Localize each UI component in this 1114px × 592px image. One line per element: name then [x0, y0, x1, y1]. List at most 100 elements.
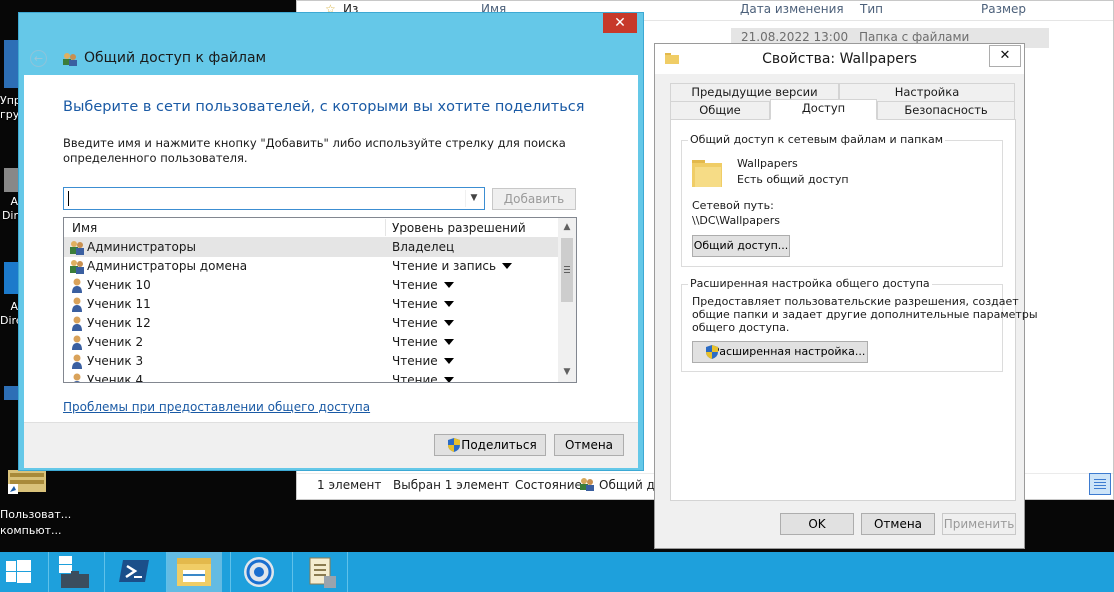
- dropdown-triangle-icon[interactable]: [443, 377, 454, 382]
- permission-label: Чтение: [392, 297, 438, 311]
- sharing-button[interactable]: Общий доступ...: [692, 235, 790, 257]
- share-heading: Выберите в сети пользователей, с которым…: [63, 99, 585, 115]
- table-row[interactable]: Администраторы Владелец: [64, 238, 558, 257]
- shield-icon: [706, 345, 718, 359]
- permission-level[interactable]: Чтение и запись: [392, 259, 513, 273]
- permission-label: Чтение: [392, 335, 438, 349]
- network-sharing-group: Общий доступ к сетевым файлам и папкам W…: [681, 133, 1003, 267]
- user-name: Ученик 12: [87, 316, 151, 330]
- row-date: 21.08.2022 13:00: [741, 30, 849, 44]
- permission-level[interactable]: Чтение: [392, 354, 454, 368]
- advanced-desc-line-3: общего доступа.: [692, 321, 790, 334]
- permission-label: Чтение: [392, 278, 438, 292]
- user-name: Ученик 2: [87, 335, 144, 349]
- powershell-icon[interactable]: [104, 552, 164, 592]
- properties-cancel-button[interactable]: Отмена: [861, 513, 935, 535]
- share-button[interactable]: Поделиться: [434, 434, 546, 456]
- chrome-icon[interactable]: [230, 552, 288, 592]
- share-dialog: ✕ ← Общий доступ к файлам Выберите в сет…: [18, 12, 644, 471]
- table-row[interactable]: Ученик 3 Чтение: [64, 352, 558, 371]
- sharing-problems-link[interactable]: Проблемы при предоставлении общего досту…: [63, 400, 370, 414]
- dropdown-triangle-icon[interactable]: [443, 339, 454, 345]
- permission-level[interactable]: Чтение: [392, 297, 454, 311]
- column-date[interactable]: Дата изменения: [740, 2, 844, 16]
- permission-label: Владелец: [392, 240, 455, 254]
- chevron-down-icon[interactable]: ▼: [465, 190, 482, 207]
- advanced-sharing-group: Расширенная настройка общего доступа Пре…: [681, 277, 1038, 372]
- table-row[interactable]: Ученик 11 Чтение: [64, 295, 558, 314]
- server-manager-icon[interactable]: [48, 552, 102, 592]
- desktop-label-3: ADire: [0, 300, 18, 327]
- scroll-down-icon[interactable]: ▼: [559, 364, 575, 381]
- column-name[interactable]: Имя: [72, 221, 97, 235]
- desktop-icon-1[interactable]: [4, 40, 18, 88]
- advanced-sharing-button[interactable]: Расширенная настройка...: [692, 341, 868, 363]
- permission-level[interactable]: Чтение: [392, 335, 454, 349]
- dropdown-triangle-icon[interactable]: [443, 320, 454, 326]
- sharing-tab-page: Общий доступ к сетевым файлам и папкам W…: [670, 119, 1038, 501]
- column-size[interactable]: Размер: [981, 2, 1026, 16]
- large-folder-icon: [692, 157, 724, 192]
- properties-close-button[interactable]: ✕: [989, 45, 1021, 67]
- user-name: Администраторы домена: [87, 259, 248, 273]
- desktop-icon-2[interactable]: [4, 168, 18, 192]
- permission-label: Чтение и запись: [392, 259, 497, 273]
- user-search-input[interactable]: ▼: [63, 187, 485, 210]
- file-explorer-icon[interactable]: [166, 552, 222, 592]
- back-arrow-icon[interactable]: ←: [30, 50, 47, 67]
- column-permission[interactable]: Уровень разрешений: [392, 221, 526, 235]
- details-view-button[interactable]: [1089, 473, 1111, 495]
- dropdown-triangle-icon[interactable]: [443, 358, 454, 364]
- user-name: Ученик 11: [87, 297, 151, 311]
- advanced-sharing-group-title: Расширенная настройка общего доступа: [688, 277, 932, 290]
- permission-level[interactable]: Чтение: [392, 278, 454, 292]
- tab-general[interactable]: Общие: [670, 101, 770, 120]
- user-name: Ученик 10: [87, 278, 151, 292]
- share-hint: Введите имя и нажмите кнопку "Добавить" …: [63, 136, 566, 165]
- cancel-button[interactable]: Отмена: [554, 434, 624, 456]
- scroll-up-icon[interactable]: ▲: [559, 219, 575, 236]
- list-scrollbar[interactable]: ▲ ▼: [558, 218, 576, 382]
- share-close-button[interactable]: ✕: [603, 13, 637, 33]
- user-name: Администраторы: [87, 240, 196, 254]
- dropdown-triangle-icon[interactable]: [443, 282, 454, 288]
- desktop-label-2: A Dir: [1, 195, 18, 222]
- taskbar: [0, 552, 1114, 592]
- user-icon: [69, 297, 85, 312]
- desktop-label-1: Упр гру: [0, 94, 18, 121]
- tab-security[interactable]: Безопасность: [877, 101, 1015, 120]
- table-row[interactable]: Администраторы домена Чтение и запись: [64, 257, 558, 276]
- folder-share-state: Есть общий доступ: [737, 173, 849, 186]
- desktop-icon-3[interactable]: [4, 262, 18, 294]
- column-type[interactable]: Тип: [860, 2, 883, 16]
- apply-button[interactable]: Применить: [942, 513, 1016, 535]
- user-group-icon: [69, 240, 85, 255]
- dropdown-triangle-icon[interactable]: [443, 301, 454, 307]
- tab-sharing[interactable]: Доступ: [770, 99, 877, 120]
- table-row[interactable]: Ученик 2 Чтение: [64, 333, 558, 352]
- user-group-icon: [69, 259, 85, 274]
- user-name: Ученик 4: [87, 373, 144, 383]
- add-button[interactable]: Добавить: [492, 188, 576, 210]
- permission-level[interactable]: Чтение: [392, 316, 454, 330]
- user-name: Ученик 3: [87, 354, 144, 368]
- table-row[interactable]: Ученик 4 Чтение: [64, 371, 558, 383]
- permission-label: Чтение: [392, 316, 438, 330]
- user-icon: [69, 278, 85, 293]
- user-icon: [69, 373, 85, 382]
- permissions-list: Имя Уровень разрешений Администраторы Вла…: [63, 217, 577, 383]
- permission-level[interactable]: Чтение: [392, 373, 454, 382]
- desktop-icon-4[interactable]: [4, 386, 18, 400]
- network-sharing-group-title: Общий доступ к сетевым файлам и папкам: [688, 133, 945, 146]
- share-dialog-body: Выберите в сети пользователей, с которым…: [24, 75, 638, 422]
- dropdown-triangle-icon[interactable]: [502, 263, 513, 269]
- table-row[interactable]: Ученик 12 Чтение: [64, 314, 558, 333]
- scroll-icon[interactable]: [292, 552, 348, 592]
- advanced-desc-line-2: общие папки и задает другие дополнительн…: [692, 308, 1038, 321]
- scroll-thumb[interactable]: [561, 238, 573, 302]
- ok-button[interactable]: OK: [780, 513, 854, 535]
- start-icon[interactable]: [0, 552, 40, 592]
- users-icon: [62, 52, 78, 66]
- share-dialog-footer: Поделиться Отмена: [24, 422, 638, 468]
- table-row[interactable]: Ученик 10 Чтение: [64, 276, 558, 295]
